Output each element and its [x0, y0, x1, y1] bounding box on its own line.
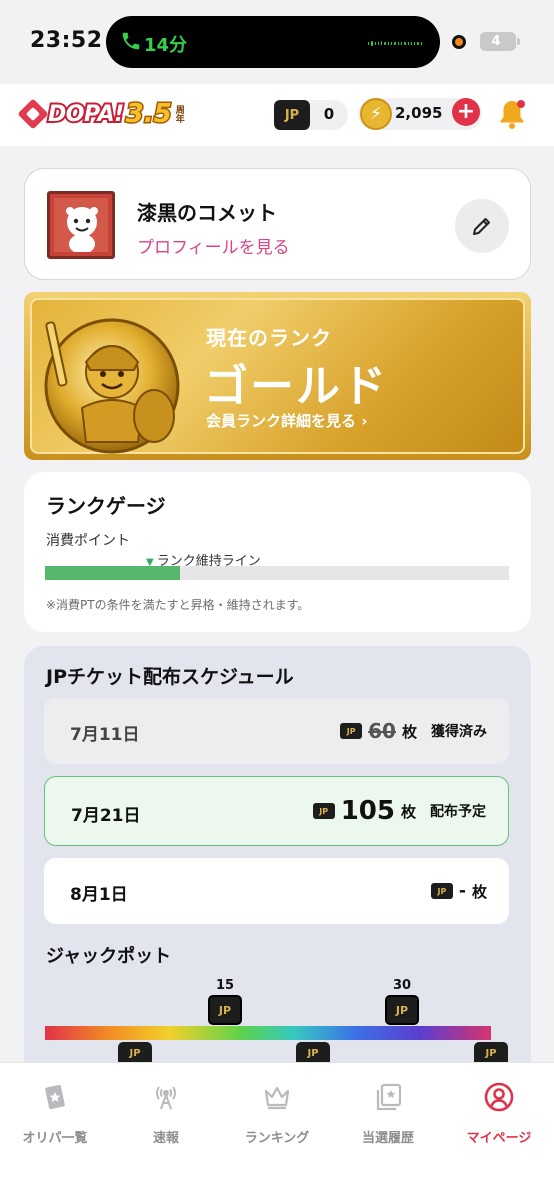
jp-ticket-balance[interactable]: JP 0	[274, 100, 348, 130]
tab-oripa-list[interactable]: オリパ一覧	[0, 1081, 110, 1146]
tab-ranking[interactable]: ランキング	[222, 1081, 332, 1146]
jp-ticket-icon: JP	[312, 803, 335, 819]
tab-my-page[interactable]: マイページ	[444, 1081, 554, 1146]
status-bar: 23:52 14分 4	[0, 0, 554, 84]
rank-banner[interactable]: 現在のランク ゴールド 会員ランク詳細を見る ›	[24, 292, 531, 460]
gauge-note: ※消費PTの条件を満たすと昇格・維持されます。	[46, 598, 310, 612]
avatar[interactable]	[47, 191, 115, 259]
jp-ticket-count: 0	[323, 105, 335, 123]
bell-icon[interactable]	[497, 98, 527, 130]
schedule-unit: 枚	[401, 722, 417, 741]
logo-diamond-icon	[17, 98, 49, 130]
schedule-qty: 105	[340, 796, 395, 826]
schedule-row: 8月1日 JP - 枚	[44, 858, 509, 924]
logo-anniversary: 3.5	[124, 98, 173, 131]
jackpot-milestone: 30 JP	[385, 978, 419, 1025]
rank-gauge-card: ランクゲージ 消費ポイント ▼ ランク維持ライン ※消費PTの条件を満たすと昇格・…	[24, 472, 531, 632]
add-coins-button[interactable]: +	[452, 98, 480, 126]
jackpot-milestone: 15 JP	[208, 978, 242, 1025]
schedule-date: 8月1日	[70, 885, 128, 905]
schedule-unit: 枚	[400, 802, 416, 821]
profile-card[interactable]: 漆黒のコメット プロフィールを見る	[24, 168, 531, 280]
tab-news[interactable]: 速報	[111, 1081, 221, 1146]
schedule-row: 7月21日 JP 105 枚 配布予定	[44, 776, 509, 846]
schedule-date: 7月11日	[70, 725, 140, 745]
logo-anniversary-suffix: 周年	[173, 105, 184, 123]
jp-ticket-schedule: JPチケット配布スケジュール 7月11日 JP 60 枚 獲得済み 7月21日 …	[24, 646, 531, 1066]
tab-label: オリパ一覧	[22, 1131, 88, 1146]
battery-level: 4	[491, 34, 501, 49]
profile-name: 漆黒のコメット	[137, 201, 277, 225]
tab-win-history[interactable]: 当選履歴	[333, 1081, 443, 1146]
app-header: DOPA! 3.5 周年 JP 0 ⚡ 2,095 +	[0, 84, 554, 146]
rank-details-link[interactable]: 会員ランク詳細を見る ›	[206, 410, 367, 431]
lightning-coin-icon: ⚡	[360, 98, 392, 130]
call-duration: 14分	[144, 35, 188, 56]
tab-label: 当選履歴	[361, 1131, 414, 1146]
schedule-unit: 枚	[471, 882, 487, 901]
milestone-value: 15	[215, 978, 235, 993]
gauge-track	[45, 566, 509, 580]
jp-ticket-icon: JP	[430, 883, 453, 899]
schedule-title: JPチケット配布スケジュール	[46, 666, 294, 688]
recording-dot-icon	[452, 35, 466, 49]
pencil-icon	[473, 218, 490, 235]
tab-label: ランキング	[244, 1131, 310, 1146]
history-star-icon	[376, 1083, 402, 1111]
coin-count: 2,095	[395, 104, 443, 122]
tab-label: マイページ	[466, 1131, 532, 1146]
gauge-subtitle: 消費ポイント	[46, 533, 130, 549]
jp-ticket-icon: JP	[340, 723, 363, 739]
dynamic-island[interactable]: 14分	[106, 16, 440, 68]
rank-label: 現在のランク	[206, 326, 332, 350]
edit-profile-button[interactable]	[455, 199, 509, 253]
schedule-row: 7月11日 JP 60 枚 獲得済み	[44, 698, 509, 764]
card-star-icon	[45, 1084, 65, 1110]
view-profile-link[interactable]: プロフィールを見る	[137, 233, 290, 258]
mascot-avatar-icon	[66, 207, 98, 252]
bottom-tab-bar: オリパ一覧 速報 ランキング 当選履歴 マイページ	[0, 1062, 554, 1200]
audio-wave-icon	[368, 40, 423, 46]
user-circle-icon	[484, 1082, 514, 1112]
battery-icon: 4	[480, 32, 520, 51]
milestone-value: 30	[392, 978, 412, 993]
schedule-status: 配布予定	[430, 804, 486, 820]
schedule-qty: 60	[368, 719, 396, 743]
gold-warrior-medal-icon	[44, 318, 180, 454]
schedule-date: 7月21日	[71, 806, 141, 826]
app-logo[interactable]: DOPA! 3.5 周年	[17, 96, 186, 132]
clock: 23:52	[30, 28, 103, 53]
logo-text: DOPA!	[46, 100, 126, 129]
jp-ticket-icon: JP	[208, 995, 242, 1025]
jp-ticket-icon: JP	[385, 995, 419, 1025]
tab-label: 速報	[152, 1131, 179, 1146]
jackpot-title: ジャックポット	[46, 946, 172, 967]
broadcast-icon	[156, 1086, 176, 1110]
gauge-title: ランクゲージ	[46, 494, 166, 518]
schedule-qty: -	[458, 881, 466, 901]
gauge-fill	[45, 566, 180, 580]
rank-value: ゴールド	[204, 361, 388, 412]
jp-ticket-icon: JP	[274, 100, 310, 130]
schedule-status: 獲得済み	[431, 724, 487, 740]
jackpot-progress-bar	[45, 1026, 491, 1040]
crown-icon	[264, 1086, 290, 1110]
phone-icon	[122, 32, 140, 50]
